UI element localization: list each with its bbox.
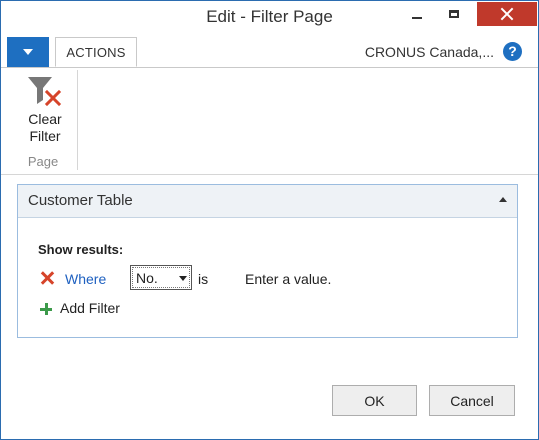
filter-page-dialog: Edit - Filter Page ACTIONS CRONUS Canada… [0, 0, 539, 440]
clear-filter-icon [28, 77, 62, 107]
company-name[interactable]: CRONUS Canada,... [365, 44, 494, 60]
add-filter-label: Add Filter [60, 300, 120, 316]
cancel-button[interactable]: Cancel [429, 385, 515, 416]
ok-button[interactable]: OK [332, 385, 417, 416]
show-results-label: Show results: [38, 242, 124, 257]
close-button[interactable] [477, 2, 537, 26]
remove-filter-icon[interactable] [40, 271, 54, 285]
filter-value-input[interactable]: Enter a value. [245, 267, 445, 293]
fasttab-header[interactable]: Customer Table [18, 185, 517, 218]
collapse-icon[interactable] [499, 197, 507, 202]
clear-filter-label-line1: Clear [28, 111, 62, 127]
filter-row: Where No. is Enter a value. [38, 265, 508, 291]
close-icon [500, 7, 514, 21]
maximize-button[interactable] [439, 1, 469, 27]
ribbon-actions-panel: Clear Filter Page [1, 68, 538, 175]
group-label-page: Page [27, 154, 59, 169]
customer-table-fasttab: Customer Table Show results: Where No. i… [17, 184, 518, 338]
chevron-down-icon [179, 276, 187, 281]
field-select[interactable]: No. [130, 265, 192, 290]
clear-filter-button[interactable]: Clear Filter [23, 74, 67, 150]
app-menu-button[interactable] [7, 37, 49, 67]
help-icon[interactable]: ? [503, 42, 522, 61]
title-bar: Edit - Filter Page [1, 1, 538, 35]
clear-filter-label-line2: Filter [29, 128, 61, 144]
maximize-icon [449, 10, 459, 18]
ribbon-group-page: Clear Filter Page [17, 70, 78, 170]
ribbon-tab-row: ACTIONS CRONUS Canada,... ? [1, 37, 538, 68]
where-link[interactable]: Where [65, 271, 106, 287]
field-select-value: No. [136, 270, 158, 286]
tab-actions[interactable]: ACTIONS [55, 37, 137, 67]
fasttab-title: Customer Table [28, 192, 133, 209]
operator-label: is [198, 271, 209, 287]
minimize-icon [412, 17, 422, 19]
chevron-down-icon [23, 49, 33, 55]
minimize-button[interactable] [402, 1, 432, 27]
plus-icon [40, 303, 52, 315]
